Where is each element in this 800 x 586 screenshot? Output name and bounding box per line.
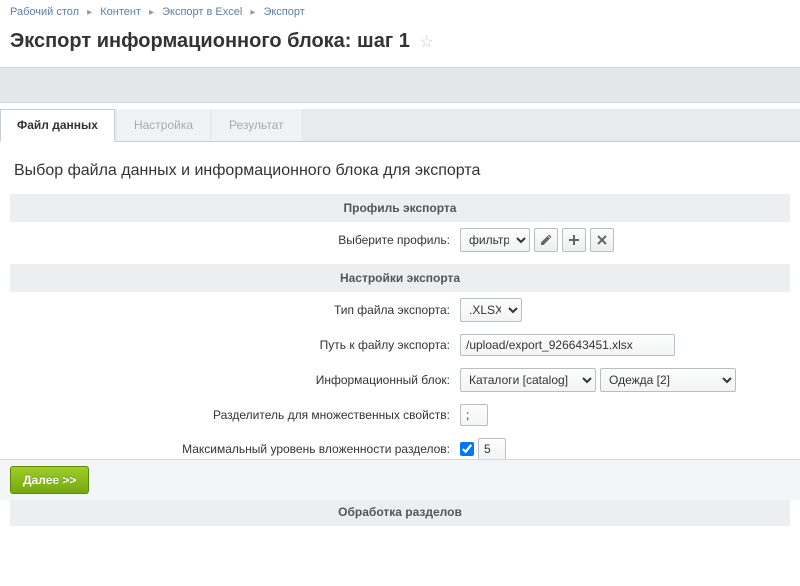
label-separator: Разделитель для множественных свойств:	[10, 408, 460, 422]
section-header-profile: Профиль экспорта	[10, 194, 790, 222]
row-separator: Разделитель для множественных свойств:	[10, 398, 790, 432]
chevron-right-icon: ▸	[87, 7, 92, 18]
tab-file[interactable]: Файл данных	[0, 109, 115, 142]
breadcrumb-item[interactable]: Рабочий стол	[10, 6, 79, 18]
select-profile[interactable]: фильтр	[460, 228, 530, 252]
next-button[interactable]: Далее >>	[10, 466, 89, 494]
input-maxdepth[interactable]	[478, 438, 506, 460]
content-heading: Выбор файла данных и информационного бло…	[14, 162, 790, 180]
row-path: Путь к файлу экспорта:	[10, 328, 790, 362]
tab-settings: Настройка	[117, 109, 210, 141]
page-title: Экспорт информационного блока: шаг 1	[10, 30, 410, 52]
breadcrumb-item[interactable]: Контент	[100, 6, 141, 18]
label-path: Путь к файлу экспорта:	[10, 338, 460, 352]
label-iblock: Информационный блок:	[10, 373, 460, 387]
breadcrumb-item[interactable]: Экспорт	[263, 6, 304, 18]
favorite-star-icon[interactable]: ☆	[419, 32, 433, 52]
select-iblock[interactable]: Одежда [2]	[600, 368, 736, 392]
tab-result: Результат	[212, 109, 301, 141]
plus-icon	[568, 234, 580, 246]
input-path[interactable]	[460, 334, 675, 356]
edit-profile-button[interactable]	[534, 228, 558, 252]
page-title-bar: Экспорт информационного блока: шаг 1 ☆	[0, 24, 800, 67]
label-filetype: Тип файла экспорта:	[10, 303, 460, 317]
footer-bar: Далее >>	[0, 459, 800, 500]
label-profile: Выберите профиль:	[10, 233, 460, 247]
row-profile: Выберите профиль: фильтр	[10, 222, 790, 258]
row-iblock: Информационный блок: Каталоги [catalog] …	[10, 362, 790, 398]
tab-content: Выбор файла данных и информационного бло…	[0, 142, 800, 586]
chevron-right-icon: ▸	[250, 7, 255, 18]
toolbar	[0, 67, 800, 103]
section-header-sections: Обработка разделов	[10, 498, 790, 526]
row-filetype: Тип файла экспорта: .XLSX	[10, 292, 790, 328]
breadcrumb-item[interactable]: Экспорт в Excel	[162, 6, 242, 18]
label-maxdepth: Максимальный уровень вложенности раздело…	[10, 442, 460, 456]
input-separator[interactable]	[460, 404, 488, 426]
chevron-right-icon: ▸	[149, 7, 154, 18]
select-filetype[interactable]: .XLSX	[460, 298, 522, 322]
select-iblock-type[interactable]: Каталоги [catalog]	[460, 368, 596, 392]
delete-profile-button[interactable]	[590, 228, 614, 252]
tabs: Файл данных Настройка Результат	[0, 109, 800, 142]
checkbox-maxdepth[interactable]	[460, 442, 474, 456]
close-icon	[596, 234, 608, 246]
pencil-icon	[540, 234, 552, 246]
section-header-export: Настройки экспорта	[10, 264, 790, 292]
add-profile-button[interactable]	[562, 228, 586, 252]
breadcrumb: Рабочий стол ▸ Контент ▸ Экспорт в Excel…	[0, 0, 800, 24]
